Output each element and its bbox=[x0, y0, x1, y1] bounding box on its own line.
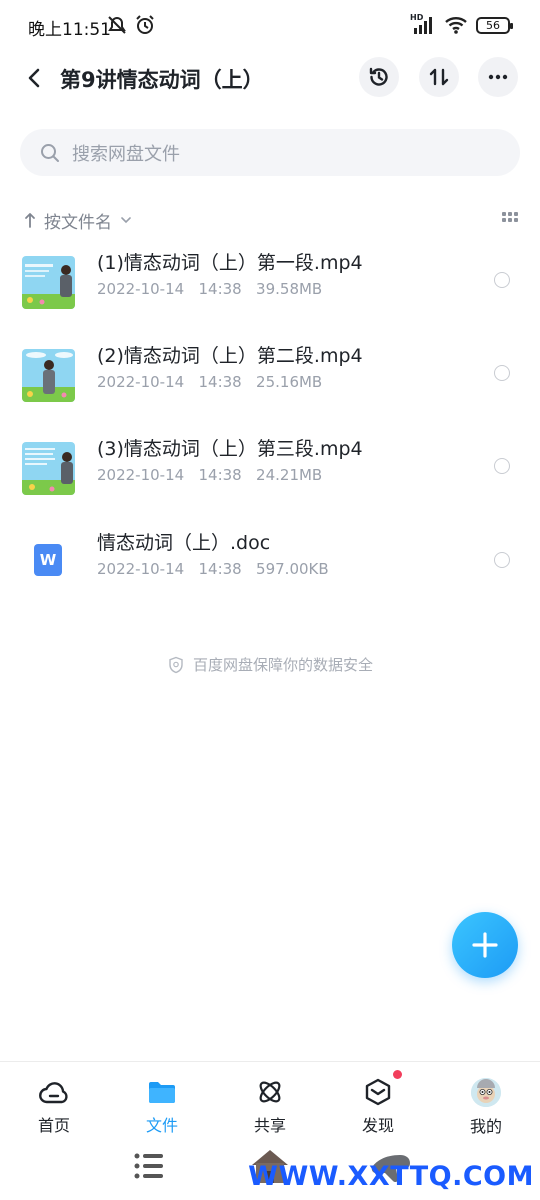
nav-label: 文件 bbox=[145, 1116, 178, 1135]
nav-files[interactable]: 文件 bbox=[108, 1062, 216, 1137]
file-meta: 2022-10-14 14:38 39.58MB bbox=[97, 280, 322, 298]
file-time: 14:38 bbox=[198, 373, 242, 391]
menu-list-icon[interactable] bbox=[132, 1149, 166, 1183]
system-nav-bar: WWW.XXTTQ.COM bbox=[0, 1137, 540, 1200]
page-title: 第9讲情态动词（上） bbox=[60, 68, 264, 92]
chevron-down-icon bbox=[121, 217, 131, 224]
file-date: 2022-10-14 bbox=[97, 373, 185, 391]
avatar bbox=[471, 1078, 501, 1107]
safety-notice: 百度网盘保障你的数据安全 bbox=[0, 654, 540, 675]
video-thumbnail bbox=[22, 349, 75, 402]
file-size: 25.16MB bbox=[256, 373, 323, 391]
file-date: 2022-10-14 bbox=[97, 466, 185, 484]
file-date: 2022-10-14 bbox=[97, 560, 185, 578]
file-row[interactable]: (2)情态动词（上）第二段.mp4 2022-10-14 14:38 25.16… bbox=[0, 337, 540, 427]
file-size: 597.00KB bbox=[256, 560, 329, 578]
file-size: 24.21MB bbox=[256, 466, 323, 484]
back-arrow-icon bbox=[28, 68, 40, 88]
file-row[interactable]: (3)情态动词（上）第三段.mp4 2022-10-14 14:38 24.21… bbox=[0, 430, 540, 520]
sort-label: 按文件名 bbox=[44, 212, 112, 233]
nav-label: 首页 bbox=[37, 1116, 70, 1135]
more-icon bbox=[488, 74, 508, 80]
select-checkbox[interactable] bbox=[494, 272, 510, 288]
alarm-icon bbox=[136, 15, 154, 34]
sort-button[interactable]: 按文件名 bbox=[24, 208, 134, 233]
file-row[interactable]: (1)情态动词（上）第一段.mp4 2022-10-14 14:38 39.58… bbox=[0, 244, 540, 334]
shield-icon bbox=[169, 656, 183, 673]
select-checkbox[interactable] bbox=[494, 365, 510, 381]
search-icon bbox=[41, 143, 59, 162]
wifi-icon bbox=[445, 17, 467, 34]
nav-discover[interactable]: 发现 bbox=[324, 1062, 432, 1137]
history-icon bbox=[369, 67, 388, 86]
file-name: (1)情态动词（上）第一段.mp4 bbox=[97, 252, 363, 274]
nav-home[interactable]: 首页 bbox=[0, 1062, 108, 1137]
cloud-icon bbox=[39, 1082, 68, 1104]
status-bar: 晚上11:51 HD 56 bbox=[0, 0, 540, 50]
watermark: WWW.XXTTQ.COM bbox=[248, 1161, 534, 1192]
file-date: 2022-10-14 bbox=[97, 280, 185, 298]
file-row[interactable]: W 情态动词（上）.doc 2022-10-14 14:38 597.00KB bbox=[0, 524, 540, 614]
sort-bar: 按文件名 bbox=[24, 206, 520, 234]
select-checkbox[interactable] bbox=[494, 458, 510, 474]
search-bar[interactable]: 搜索网盘文件 bbox=[20, 129, 520, 176]
file-name: (2)情态动词（上）第二段.mp4 bbox=[97, 345, 363, 367]
transfer-button[interactable] bbox=[419, 57, 459, 97]
atom-icon bbox=[259, 1081, 281, 1103]
sort-arrow-icon bbox=[25, 213, 35, 228]
grid-view-icon[interactable] bbox=[502, 212, 520, 226]
folder-icon bbox=[149, 1082, 175, 1103]
nav-label: 我的 bbox=[469, 1117, 502, 1136]
file-time: 14:38 bbox=[198, 466, 242, 484]
video-thumbnail bbox=[22, 442, 75, 495]
file-name: (3)情态动词（上）第三段.mp4 bbox=[97, 438, 363, 460]
cube-icon bbox=[365, 1078, 391, 1106]
notification-dot bbox=[393, 1070, 402, 1079]
header: 第9讲情态动词（上） bbox=[0, 50, 540, 106]
file-size: 39.58MB bbox=[256, 280, 323, 298]
file-name: 情态动词（上）.doc bbox=[97, 532, 271, 554]
status-time: 晚上11:51 bbox=[28, 20, 111, 40]
word-doc-icon: W bbox=[34, 544, 62, 576]
nav-label: 共享 bbox=[253, 1116, 286, 1135]
file-time: 14:38 bbox=[198, 280, 242, 298]
battery-indicator: 56 bbox=[476, 16, 513, 34]
more-button[interactable] bbox=[478, 57, 518, 97]
safety-text: 百度网盘保障你的数据安全 bbox=[192, 656, 373, 674]
file-meta: 2022-10-14 14:38 24.21MB bbox=[97, 466, 322, 484]
select-checkbox[interactable] bbox=[494, 552, 510, 568]
search-input[interactable]: 搜索网盘文件 bbox=[72, 140, 180, 166]
nav-share[interactable]: 共享 bbox=[216, 1062, 324, 1137]
signal-icon: HD bbox=[410, 13, 436, 35]
plus-icon bbox=[472, 932, 498, 958]
file-meta: 2022-10-14 14:38 25.16MB bbox=[97, 373, 322, 391]
history-button[interactable] bbox=[359, 57, 399, 97]
video-thumbnail bbox=[22, 256, 75, 309]
transfer-icon bbox=[429, 68, 449, 86]
back-button[interactable] bbox=[18, 62, 50, 94]
nav-label: 发现 bbox=[361, 1116, 394, 1135]
mute-vibrate-icon bbox=[108, 16, 126, 34]
bottom-nav: 首页 文件 共享 发现 我的 bbox=[0, 1061, 540, 1137]
add-button[interactable] bbox=[452, 912, 518, 978]
nav-me[interactable]: 我的 bbox=[432, 1062, 540, 1137]
file-meta: 2022-10-14 14:38 597.00KB bbox=[97, 560, 329, 578]
file-time: 14:38 bbox=[198, 560, 242, 578]
